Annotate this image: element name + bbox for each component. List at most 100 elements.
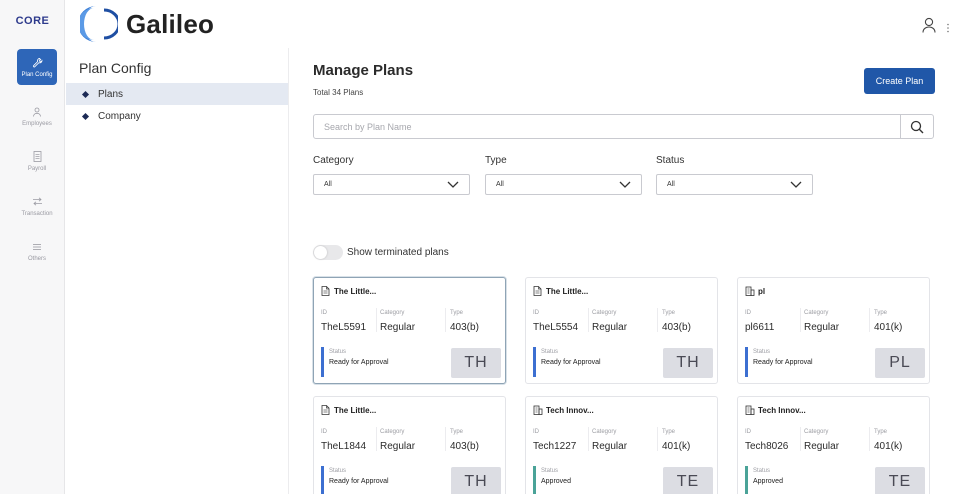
document-icon (321, 405, 330, 415)
transfer-icon (30, 196, 44, 208)
rail-item-label: Employees (22, 120, 52, 127)
building-icon (745, 286, 755, 296)
plan-id: Tech1227 (533, 441, 577, 452)
category-filter-label: Category (313, 155, 354, 166)
create-plan-button[interactable]: Create Plan (864, 68, 935, 94)
status-label: Status (541, 349, 559, 355)
type-label: Type (450, 429, 464, 435)
id-label: ID (533, 429, 539, 435)
top-header: Galileo (66, 0, 953, 48)
column-divider (869, 308, 870, 332)
status-indicator: Status Ready for Approval (321, 347, 389, 377)
plan-card[interactable]: The Little... ID TheL1844 Category Regular Ty… (313, 396, 506, 494)
select-value: All (324, 181, 332, 188)
rail-item-label: Others (27, 255, 46, 262)
plan-category: Regular (804, 441, 840, 452)
column-divider (869, 427, 870, 451)
plan-category: Regular (592, 441, 628, 452)
search-input[interactable] (314, 115, 900, 138)
main-content: Manage Plans Total 34 Plans Create Plan … (289, 48, 953, 494)
plan-name: pl (758, 286, 766, 296)
terminated-plans-toggle[interactable] (313, 245, 343, 260)
plan-category: Regular (804, 322, 840, 333)
plan-id: TheL5591 (321, 322, 367, 333)
plan-card[interactable]: The Little... ID TheL5554 Category Regular Ty… (525, 277, 718, 384)
terminated-plans-toggle-row: Show terminated plans (313, 245, 449, 260)
category-label: Category (380, 310, 405, 316)
status-label: Status (753, 349, 771, 355)
status-label: Status (753, 468, 771, 474)
category-label: Category (804, 429, 829, 435)
plan-card-title: Tech Innov... (745, 405, 806, 415)
plan-id: TheL1844 (321, 441, 367, 452)
plan-initials-avatar: TH (451, 348, 501, 378)
plan-card[interactable]: Tech Innov... ID Tech1227 Category Regular Ty… (525, 396, 718, 494)
toggle-knob (314, 246, 327, 259)
document-icon (30, 151, 44, 163)
grid-icon (30, 241, 44, 253)
sidebar-item-label: Plans (98, 88, 124, 100)
plan-card[interactable]: Tech Innov... ID Tech8026 Category Regular Ty… (737, 396, 930, 494)
type-label: Type (662, 429, 676, 435)
rail-item-plan-config[interactable]: Plan Config (17, 49, 57, 85)
search-bar (313, 114, 934, 139)
plan-initials-avatar: TH (451, 467, 501, 494)
column-divider (657, 308, 658, 332)
id-label: ID (321, 310, 327, 316)
column-divider (800, 308, 801, 332)
rail-item-others[interactable]: Others (17, 233, 57, 269)
type-label: Type (874, 310, 888, 316)
toggle-label: Show terminated plans (347, 247, 449, 258)
status-indicator: Status Ready for Approval (321, 466, 389, 494)
rail-item-payroll[interactable]: Payroll (17, 143, 57, 179)
search-button[interactable] (900, 115, 933, 138)
status-label: Status (329, 468, 347, 474)
category-select[interactable]: All (313, 174, 470, 195)
app-window: CORE Plan Config Employees Payroll Trans… (0, 0, 953, 494)
status-select[interactable]: All (656, 174, 813, 195)
galileo-logo: Galileo (78, 4, 214, 44)
category-label: Category (592, 429, 617, 435)
plan-status: Ready for Approval (329, 478, 389, 485)
rail-item-transaction[interactable]: Transaction (17, 188, 57, 224)
category-label: Category (380, 429, 405, 435)
plan-count: Total 34 Plans (313, 88, 364, 97)
plan-card-title: The Little... (321, 405, 376, 415)
rail-item-label: Payroll (27, 165, 47, 172)
id-label: ID (533, 310, 539, 316)
status-indicator: Status Approved (745, 466, 783, 494)
user-account-icon[interactable] (922, 17, 936, 33)
plan-name: The Little... (546, 286, 589, 296)
building-icon (745, 405, 755, 415)
select-value: All (496, 181, 504, 188)
sidebar-item-plans[interactable]: Plans (66, 83, 288, 105)
column-divider (376, 308, 377, 332)
plan-type: 403(b) (450, 322, 479, 333)
column-divider (376, 427, 377, 451)
plan-type: 401(k) (662, 441, 691, 452)
sidebar-item-company[interactable]: Company (66, 105, 288, 127)
document-icon (533, 286, 542, 296)
plan-initials-avatar: TE (875, 467, 925, 494)
status-indicator: Status Ready for Approval (745, 347, 813, 377)
plan-category: Regular (592, 322, 628, 333)
id-label: ID (321, 429, 327, 435)
column-divider (800, 427, 801, 451)
plan-card-title: Tech Innov... (533, 405, 594, 415)
column-divider (588, 427, 589, 451)
more-options-icon[interactable] (947, 20, 949, 33)
type-label: Type (874, 429, 888, 435)
search-icon (910, 120, 924, 133)
plan-card[interactable]: pl ID pl6611 Category Regular Type 401(k) Statu… (737, 277, 930, 384)
type-label: Type (662, 310, 676, 316)
column-divider (657, 427, 658, 451)
rail-item-employees[interactable]: Employees (17, 98, 57, 134)
plan-type: 403(b) (662, 322, 691, 333)
plan-status: Ready for Approval (541, 359, 601, 366)
plan-card[interactable]: The Little... ID TheL5591 Category Regular Ty… (313, 277, 506, 384)
type-select[interactable]: All (485, 174, 642, 195)
plan-type: 403(b) (450, 441, 479, 452)
plan-initials-avatar: PL (875, 348, 925, 378)
plan-status: Ready for Approval (753, 359, 813, 366)
person-icon (30, 106, 44, 118)
